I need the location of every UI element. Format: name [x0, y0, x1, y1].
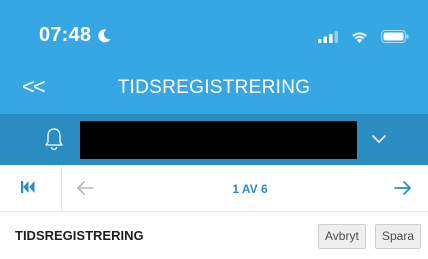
- page-indicator: 1 AV 6: [232, 182, 268, 196]
- first-page-button[interactable]: [0, 165, 62, 211]
- status-bar: 07:48: [0, 0, 428, 62]
- status-icons: [318, 30, 409, 43]
- nav-bar: << TIDSREGISTRERING: [0, 62, 428, 114]
- bell-icon[interactable]: [44, 127, 64, 151]
- arrow-right-icon[interactable]: [392, 177, 414, 199]
- user-select-field[interactable]: [80, 121, 357, 159]
- chevron-down-icon[interactable]: [370, 128, 388, 150]
- arrow-left-icon[interactable]: [74, 177, 96, 199]
- clock-time: 07:48: [39, 24, 92, 46]
- clock: 07:48: [39, 24, 112, 47]
- first-page-icon: [21, 181, 35, 193]
- section-title: TIDSREGISTRERING: [15, 228, 144, 243]
- battery-icon: [381, 30, 409, 43]
- form-header: TIDSREGISTRERING Avbryt Spara: [0, 212, 428, 259]
- signal-icon: [318, 30, 338, 43]
- save-button[interactable]: Spara: [375, 224, 422, 249]
- cancel-button[interactable]: Avbryt: [318, 224, 366, 249]
- moon-icon: [98, 28, 111, 42]
- page-title: TIDSREGISTRERING: [117, 77, 311, 98]
- pager: 1 AV 6: [0, 165, 428, 212]
- wifi-icon: [352, 31, 367, 43]
- user-bar: [0, 114, 428, 165]
